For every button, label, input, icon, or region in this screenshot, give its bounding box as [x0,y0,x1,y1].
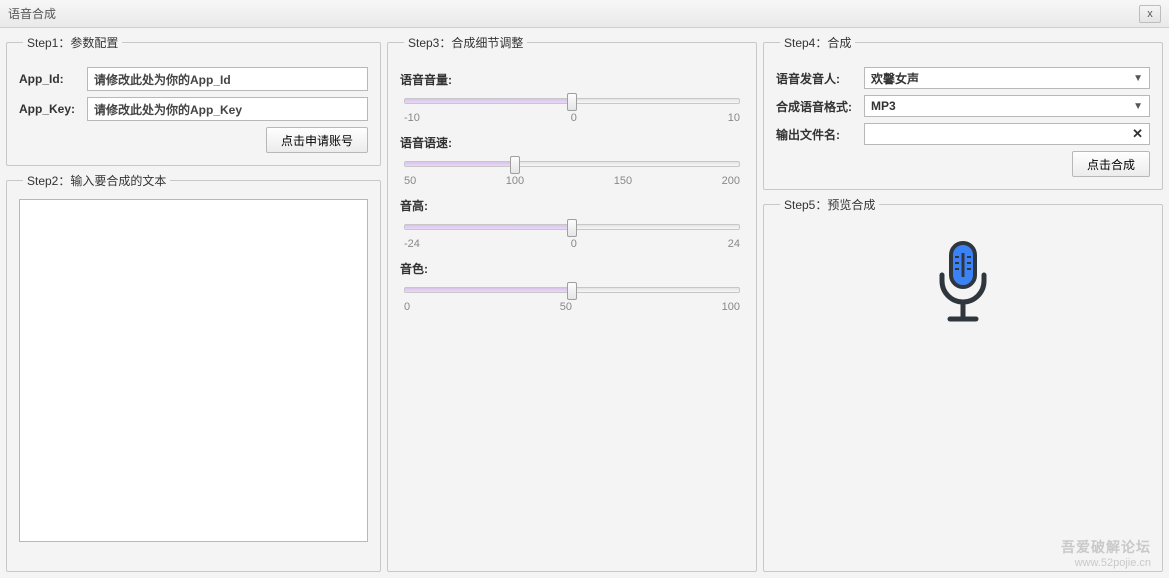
speed-slider[interactable]: 50 100 150 200 [404,161,740,187]
step3-legend: Step3：合成细节调整 [404,34,527,51]
close-button[interactable]: x [1139,5,1161,23]
step4-group: Step4：合成 语音发音人: 欢馨女声 ▼ 合成语音格式: MP3 ▼ 输出文… [763,34,1163,190]
volume-label: 语音音量: [400,71,744,88]
window-title: 语音合成 [8,5,56,22]
speed-max: 200 [722,175,740,187]
request-btn-row: 点击申请账号 [19,127,368,153]
step1-legend: Step1：参数配置 [23,34,122,51]
output-filename-input[interactable] [869,124,1130,144]
timbre-min: 0 [404,301,410,313]
output-field[interactable]: ✕ [864,123,1150,145]
pitch-min: -24 [404,238,420,250]
speaker-value: 欢馨女声 [871,70,919,87]
pitch-label: 音高: [400,197,744,214]
format-label: 合成语音格式: [776,98,856,115]
format-value: MP3 [871,99,896,113]
format-select[interactable]: MP3 ▼ [864,95,1150,117]
middle-column: Step3：合成细节调整 语音音量: -10 0 10 语音语速: 50 100… [387,34,757,572]
step2-legend: Step2：输入要合成的文本 [23,172,170,189]
speed-min: 50 [404,175,416,187]
speed-label: 语音语速: [400,134,744,151]
pitch-max: 24 [728,238,740,250]
chevron-down-icon: ▼ [1133,101,1143,112]
step5-group: Step5：预览合成 [763,196,1163,572]
app-id-row: App_Id: [19,67,368,91]
step1-group: Step1：参数配置 App_Id: App_Key: 点击申请账号 [6,34,381,166]
chevron-down-icon: ▼ [1133,73,1143,84]
synth-btn-row: 点击合成 [776,151,1150,177]
right-column: Step4：合成 语音发音人: 欢馨女声 ▼ 合成语音格式: MP3 ▼ 输出文… [763,34,1163,572]
volume-min: -10 [404,112,420,124]
pitch-slider[interactable]: -24 0 24 [404,224,740,250]
title-bar: 语音合成 x [0,0,1169,28]
timbre-max: 100 [722,301,740,313]
volume-slider[interactable]: -10 0 10 [404,98,740,124]
format-row: 合成语音格式: MP3 ▼ [776,95,1150,117]
speaker-select[interactable]: 欢馨女声 ▼ [864,67,1150,89]
speed-mid: 100 [506,175,524,187]
content-area: Step1：参数配置 App_Id: App_Key: 点击申请账号 Step2… [0,28,1169,578]
speaker-label: 语音发音人: [776,70,856,87]
clear-icon[interactable]: ✕ [1130,126,1145,142]
step3-group: Step3：合成细节调整 语音音量: -10 0 10 语音语速: 50 100… [387,34,757,572]
volume-mid: 0 [571,112,577,124]
timbre-mid: 50 [560,301,572,313]
app-id-input[interactable] [87,67,368,91]
timbre-slider[interactable]: 0 50 100 [404,287,740,313]
timbre-label: 音色: [400,260,744,277]
output-label: 输出文件名: [776,126,856,143]
speed-mid2: 150 [614,175,632,187]
close-icon: x [1147,8,1153,20]
microphone-icon [928,239,998,329]
step5-legend: Step5：预览合成 [780,196,879,213]
synth-text-input[interactable] [19,199,368,542]
synthesize-button[interactable]: 点击合成 [1072,151,1150,177]
step2-group: Step2：输入要合成的文本 [6,172,381,572]
app-id-label: App_Id: [19,72,79,86]
speaker-row: 语音发音人: 欢馨女声 ▼ [776,67,1150,89]
left-column: Step1：参数配置 App_Id: App_Key: 点击申请账号 Step2… [6,34,381,572]
request-account-button[interactable]: 点击申请账号 [266,127,368,153]
output-row: 输出文件名: ✕ [776,123,1150,145]
step4-legend: Step4：合成 [780,34,855,51]
app-key-label: App_Key: [19,102,79,116]
volume-max: 10 [728,112,740,124]
app-key-input[interactable] [87,97,368,121]
pitch-mid: 0 [571,238,577,250]
preview-area [776,223,1150,329]
app-key-row: App_Key: [19,97,368,121]
